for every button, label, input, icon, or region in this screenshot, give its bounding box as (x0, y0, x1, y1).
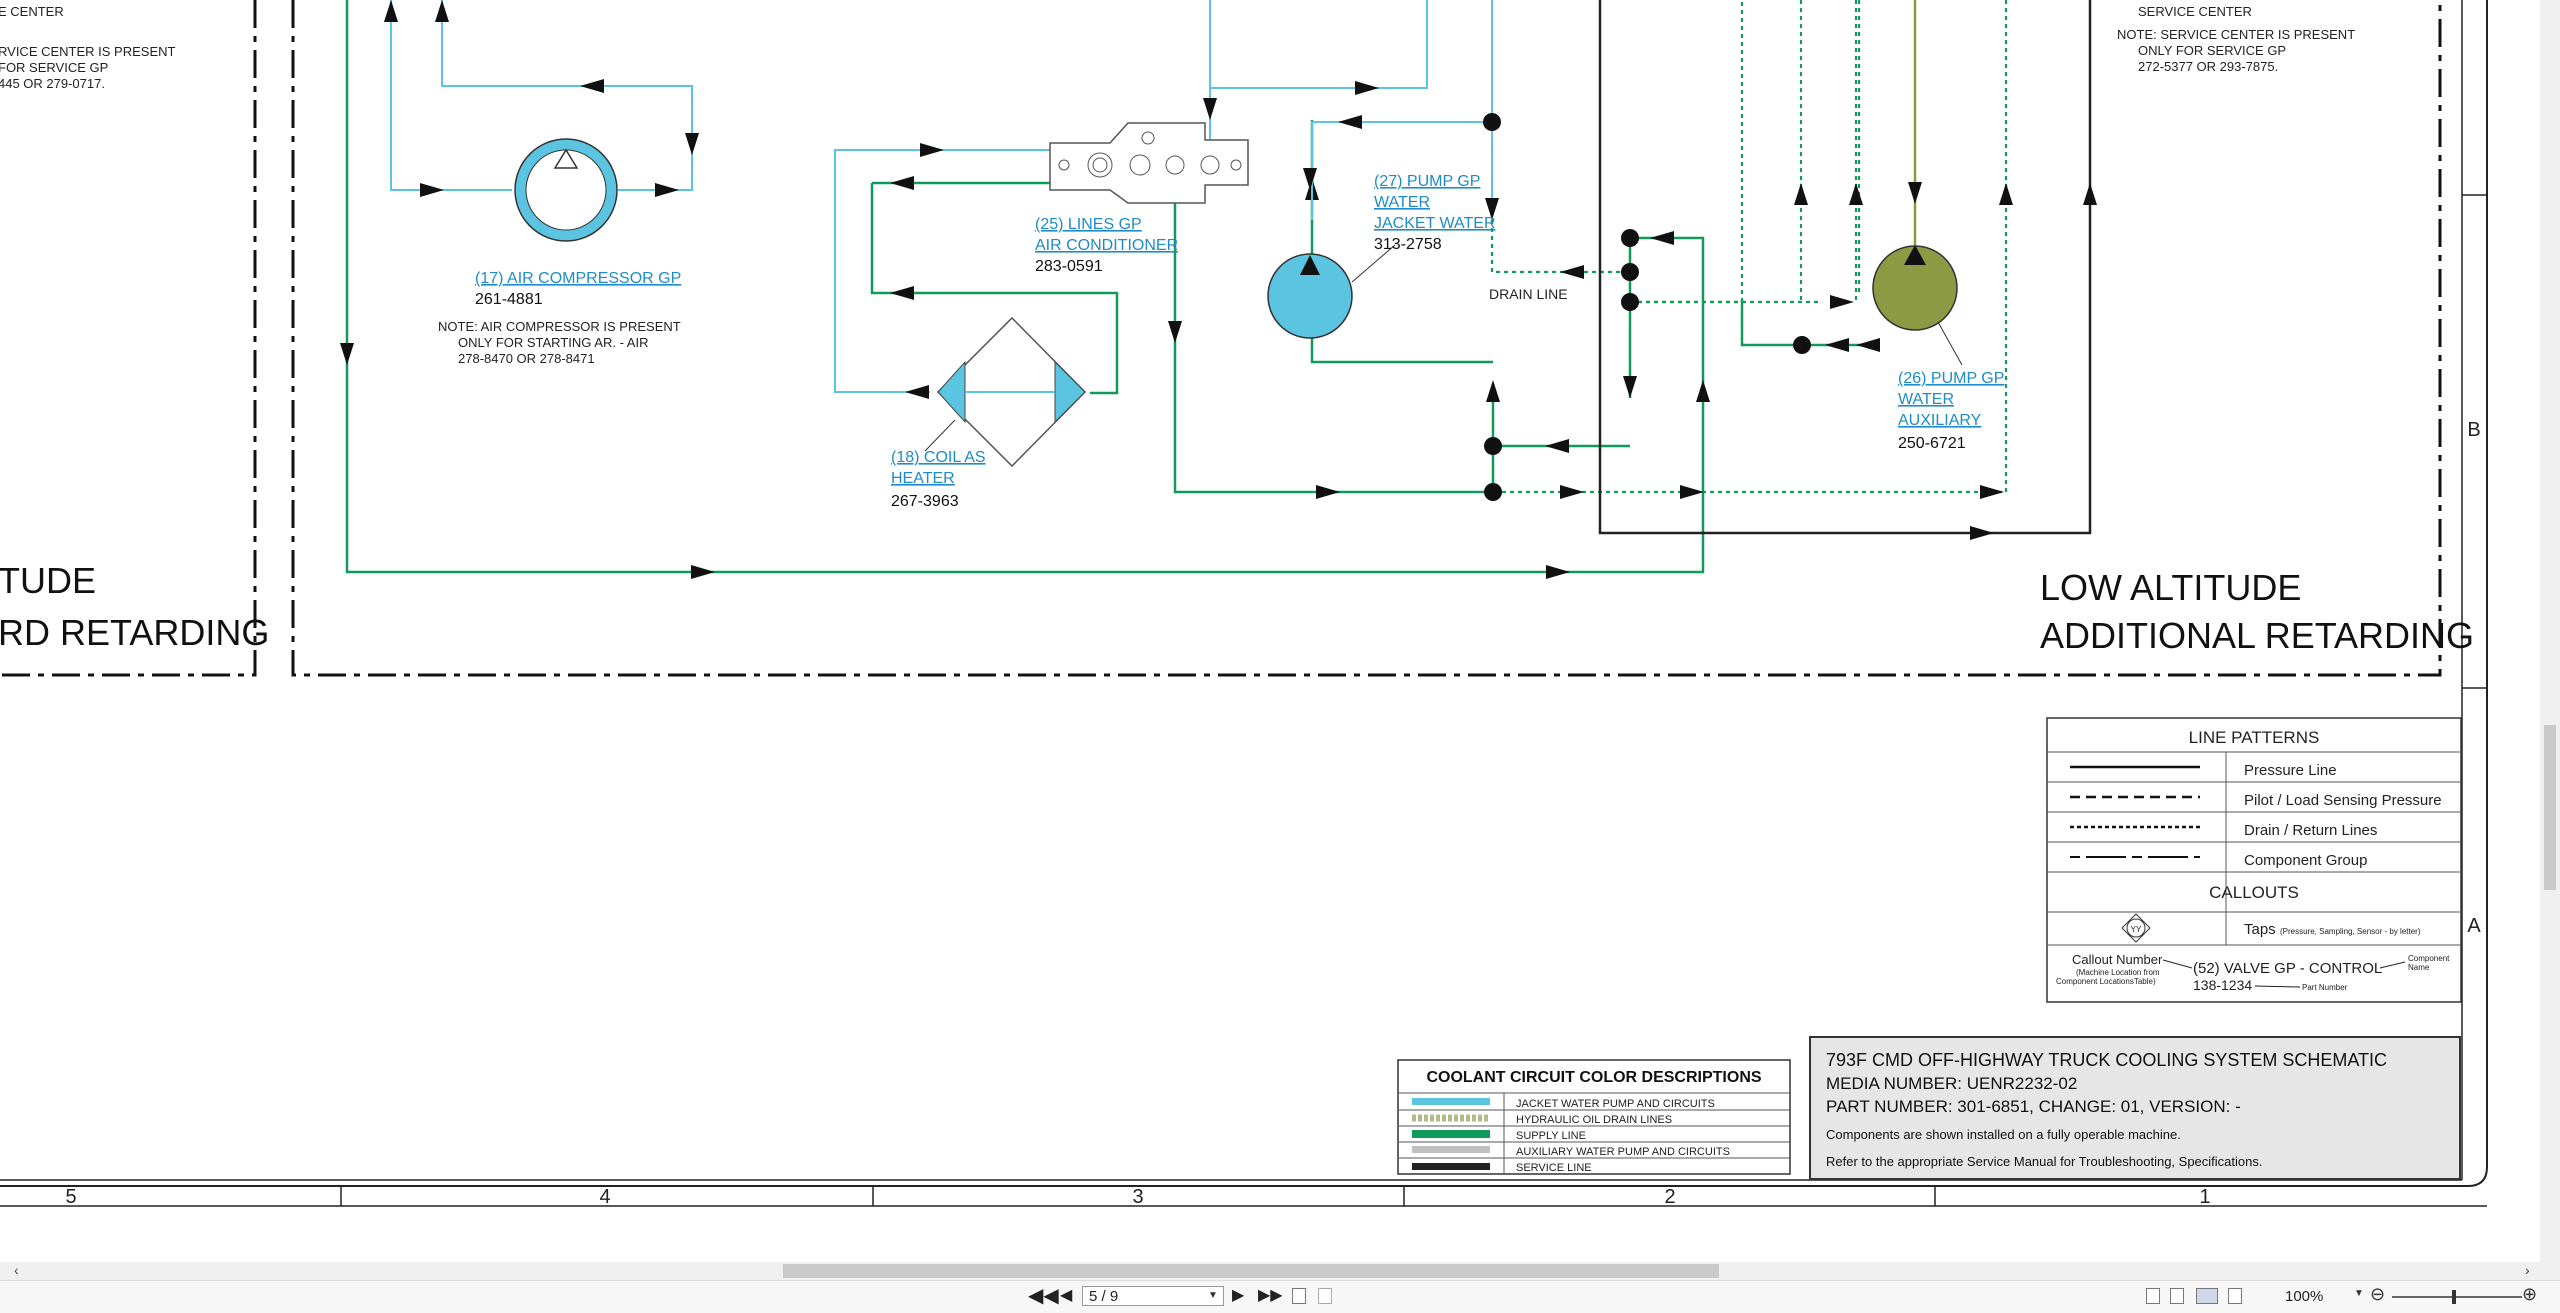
page-number-input[interactable]: 5 / 9 (1082, 1286, 1224, 1306)
column-4: 4 (599, 1186, 610, 1208)
jacket-water-pump-symbol (1267, 244, 1396, 339)
drain-line-label: DRAIN LINE (1489, 286, 1568, 302)
callout-number-sub-2: Component LocationsTable) (2056, 977, 2156, 986)
pattern-drain: Drain / Return Lines (2244, 822, 2377, 839)
right-box-title-1: LOW ALTITUDE (2040, 567, 2301, 608)
heater-coil-part: 267-3963 (891, 493, 959, 510)
aux-pump-link-1[interactable]: (26) PUMP GP (1898, 370, 2004, 387)
schematic-sheet: (17) AIR COMPRESSOR GP 261-4881 NOTE: AI… (0, 0, 2540, 1262)
jacket-pump-part: 313-2758 (1374, 236, 1442, 253)
pattern-pilot: Pilot / Load Sensing Pressure (2244, 792, 2442, 809)
callout-number-label: Callout Number (2072, 952, 2163, 967)
color-legend-service: SERVICE LINE (1516, 1162, 1592, 1174)
horizontal-scroll-thumb[interactable] (783, 1264, 1719, 1278)
line-patterns-header: LINE PATTERNS (2189, 728, 2320, 747)
cover-view-icon[interactable] (2228, 1288, 2242, 1304)
heater-coil-link-1[interactable]: (18) COIL AS (891, 449, 986, 466)
left-note-1: E CENTER (0, 4, 64, 19)
left-box-title-2: RD RETARDING (0, 612, 269, 653)
left-note-2: RVICE CENTER IS PRESENT (0, 44, 176, 59)
zoom-out-icon[interactable]: ⊖ (2370, 1284, 2385, 1305)
ac-lines-block-symbol (1049, 122, 1249, 204)
vertical-scrollbar[interactable] (2540, 0, 2560, 1262)
color-legend-jacket: JACKET WATER PUMP AND CIRCUITS (1516, 1098, 1715, 1110)
jacket-pump-link-1[interactable]: (27) PUMP GP (1374, 173, 1480, 190)
aux-pump-link-3[interactable]: AUXILIARY (1898, 412, 1982, 429)
ac-lines-link-1[interactable]: (25) LINES GP (1035, 216, 1142, 233)
fit-page-icon[interactable] (1292, 1288, 1306, 1304)
part-number-label: Part Number (2302, 983, 2348, 992)
left-note-4: 445 OR 279-0717. (0, 76, 105, 91)
left-note-3: FOR SERVICE GP (0, 60, 108, 75)
title-block-note-1: Components are shown installed on a full… (1826, 1127, 2181, 1142)
zoom-dropdown-icon[interactable]: ▼ (2354, 1288, 2364, 1299)
page-dropdown-icon[interactable]: ▼ (1208, 1290, 1218, 1301)
color-legend-hydraulic: HYDRAULIC OIL DRAIN LINES (1516, 1114, 1672, 1126)
taps-label: Taps (2244, 921, 2276, 938)
junction-dots (1483, 113, 1811, 501)
ac-lines-part: 283-0591 (1035, 258, 1103, 275)
air-compressor-note-3: 278-8470 OR 278-8471 (458, 351, 595, 366)
scroll-right-icon[interactable]: › (2525, 1262, 2530, 1278)
callout-number-sub-1: (Machine Location from (2076, 968, 2160, 977)
pattern-component: Component Group (2244, 852, 2367, 869)
heater-coil-symbol (936, 316, 1087, 468)
air-compressor-part: 261-4881 (475, 291, 543, 308)
component-name-1: Component (2408, 954, 2450, 963)
vertical-scroll-thumb[interactable] (2544, 725, 2556, 890)
jacket-pump-link-3[interactable]: JACKET WATER (1374, 215, 1496, 232)
title-block-note-2: Refer to the appropriate Service Manual … (1826, 1154, 2262, 1169)
pattern-pressure: Pressure Line (2244, 762, 2337, 779)
scroll-left-icon[interactable]: ‹ (14, 1262, 19, 1278)
zoom-slider-handle[interactable] (2452, 1290, 2456, 1304)
callout-example-part: 138-1234 (2193, 977, 2252, 993)
column-3: 3 (1132, 1186, 1143, 1208)
air-compressor-note-2: ONLY FOR STARTING AR. - AIR (458, 335, 648, 350)
previous-page-icon[interactable]: ◀ (1060, 1284, 1072, 1308)
right-note-1: SERVICE CENTER (2138, 4, 2252, 19)
title-block-media: MEDIA NUMBER: UENR2232-02 (1826, 1074, 2077, 1093)
single-page-view-icon[interactable] (2146, 1288, 2160, 1304)
row-letter-a: A (2467, 915, 2481, 937)
color-legend-title: COOLANT CIRCUIT COLOR DESCRIPTIONS (1426, 1069, 1761, 1086)
row-letter-b: B (2467, 419, 2480, 441)
jacket-pump-link-2[interactable]: WATER (1374, 194, 1430, 211)
column-5: 5 (65, 1186, 76, 1208)
taps-detail: (Pressure, Sampling, Sensor - by letter) (2280, 927, 2421, 936)
color-legend-aux: AUXILIARY WATER PUMP AND CIRCUITS (1516, 1146, 1730, 1158)
title-block-part: PART NUMBER: 301-6851, CHANGE: 01, VERSI… (1826, 1097, 2241, 1116)
color-legend-supply: SUPPLY LINE (1516, 1130, 1586, 1142)
ac-lines-link-2[interactable]: AIR CONDITIONER (1035, 237, 1178, 254)
zoom-slider[interactable] (2392, 1296, 2522, 1298)
next-page-icon[interactable]: ▶ (1232, 1284, 1244, 1308)
zoom-in-icon[interactable]: ⊕ (2522, 1284, 2537, 1305)
cooling-schematic: (17) AIR COMPRESSOR GP 261-4881 NOTE: AI… (0, 0, 2488, 1208)
aux-pump-link-2[interactable]: WATER (1898, 391, 1954, 408)
column-1: 1 (2199, 1186, 2210, 1208)
first-page-icon[interactable]: ◀◀ (1028, 1284, 1059, 1308)
callouts-header: CALLOUTS (2209, 883, 2299, 902)
callout-example-name: (52) VALVE GP - CONTROL (2193, 960, 2382, 977)
air-compressor-note-1: NOTE: AIR COMPRESSOR IS PRESENT (438, 319, 681, 334)
service-lines (1598, 0, 2092, 535)
air-compressor-symbol (514, 138, 618, 242)
facing-view-icon[interactable] (2196, 1288, 2218, 1304)
air-compressor-link[interactable]: (17) AIR COMPRESSOR GP (475, 270, 681, 287)
right-note-4: 272-5377 OR 293-7875. (2138, 59, 2278, 74)
zoom-level[interactable]: 100% (2285, 1288, 2323, 1305)
right-note-3: ONLY FOR SERVICE GP (2138, 43, 2286, 58)
right-note-2: NOTE: SERVICE CENTER IS PRESENT (2117, 27, 2355, 42)
left-box-title-1: TUDE (0, 560, 96, 601)
aux-pump-part: 250-6721 (1898, 435, 1966, 452)
component-name-2: Name (2408, 963, 2430, 972)
taps-symbol-text: YY (2131, 925, 2142, 934)
continuous-view-icon[interactable] (2170, 1288, 2184, 1304)
auxiliary-pump-symbol (1872, 245, 1963, 366)
column-2: 2 (1664, 1186, 1675, 1208)
heater-coil-link-2[interactable]: HEATER (891, 470, 955, 487)
last-page-icon[interactable]: ▶▶ (1258, 1284, 1283, 1308)
right-box-title-2: ADDITIONAL RETARDING (2040, 615, 2474, 656)
title-block-title: 793F CMD OFF-HIGHWAY TRUCK COOLING SYSTE… (1826, 1050, 2387, 1070)
fit-width-icon[interactable] (1318, 1288, 1332, 1304)
